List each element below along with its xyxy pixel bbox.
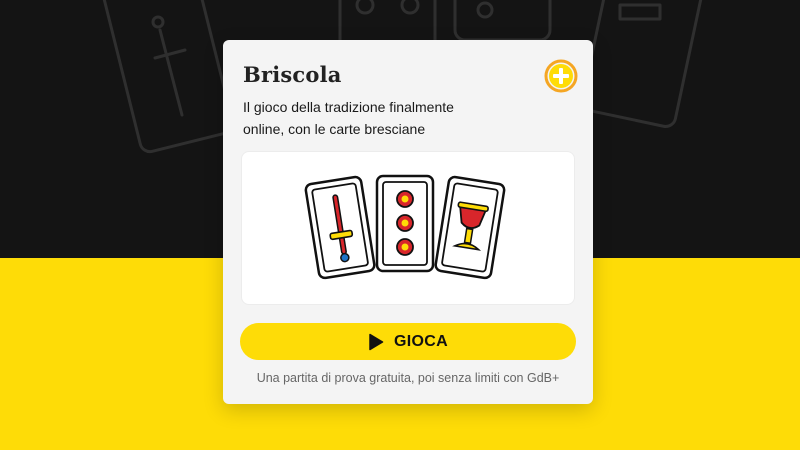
description-line: Il gioco della tradizione finalmente [243,99,454,115]
play-icon [369,333,384,350]
subscription-note: Una partita di prova gratuita, poi senza… [256,371,560,385]
description-line: online, con le carte bresciane [243,121,426,137]
game-description: Il gioco della tradizione finalmente onl… [243,96,523,140]
play-button[interactable]: GIOCA [240,323,576,360]
spade-card-icon [304,175,376,280]
game-card: Briscola Il gioco della tradizione final… [223,40,593,404]
cups-card-icon [434,175,506,280]
game-title: Briscola [243,62,342,87]
cards-illustration [241,151,575,305]
gdb-plus-logo-icon[interactable] [543,58,579,94]
play-button-label: GIOCA [394,332,448,350]
coins-card-icon [375,174,435,273]
